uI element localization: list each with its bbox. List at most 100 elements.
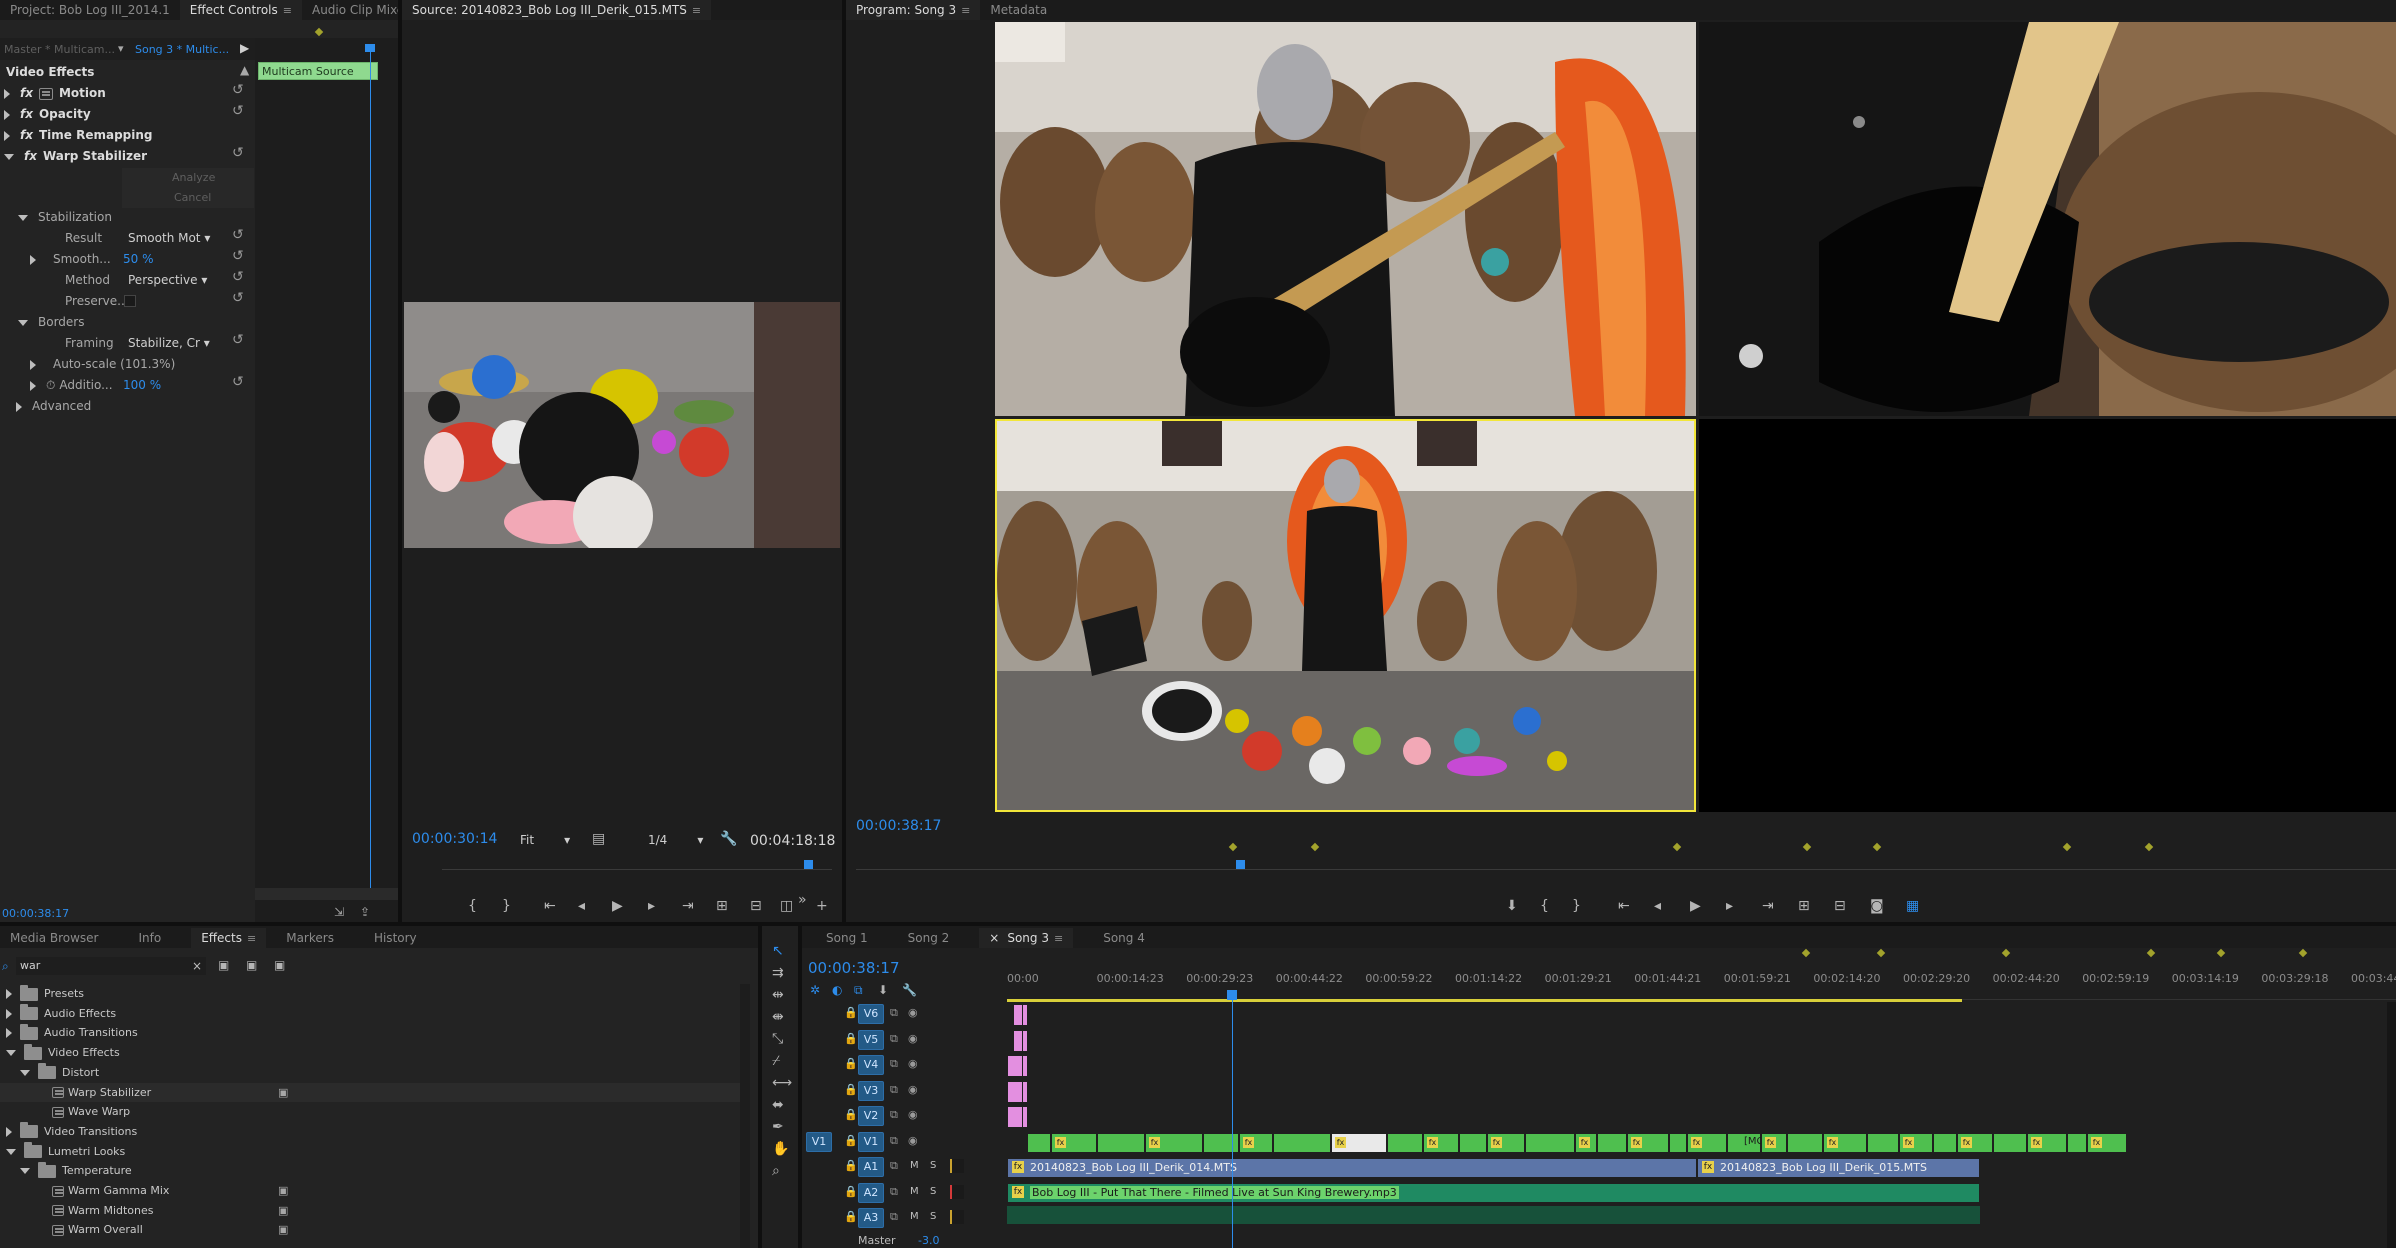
collapse-arrow-icon[interactable] bbox=[6, 1050, 16, 1057]
close-tab-icon[interactable]: × bbox=[989, 931, 999, 945]
warp-stabilizer-reset-icon[interactable]: ↺ bbox=[232, 145, 244, 161]
effects-tree-item[interactable]: Audio Transitions bbox=[0, 1023, 740, 1042]
multicam-v1-clip[interactable]: fx bbox=[1957, 1133, 1993, 1153]
separator[interactable] bbox=[0, 922, 2396, 926]
camera-icon[interactable]: ◙ bbox=[1870, 899, 1884, 913]
multicam-v1-clip[interactable]: fx bbox=[1761, 1133, 1787, 1153]
program-marker[interactable] bbox=[1310, 842, 1320, 852]
motion-effect-row[interactable]: fx Motion bbox=[4, 86, 106, 100]
stabilization-group[interactable]: Stabilization bbox=[18, 210, 112, 224]
timeline-playhead-handle[interactable] bbox=[1227, 990, 1237, 1000]
sync-lock-icon[interactable]: ⧉ bbox=[890, 1032, 898, 1046]
additional-scale-value[interactable]: 100 % bbox=[123, 378, 161, 392]
multicam-toggle-icon[interactable]: ▦ bbox=[1906, 899, 1919, 913]
voiceover-record-icon[interactable] bbox=[950, 1184, 964, 1199]
extract-icon[interactable]: ⊟ bbox=[1834, 899, 1846, 913]
lock-icon[interactable]: 🔒 bbox=[844, 1006, 858, 1019]
source-zoom-dropdown[interactable]: Fit ▾ bbox=[520, 833, 570, 847]
opacity-reset-icon[interactable]: ↺ bbox=[232, 103, 244, 119]
ripple-edit-tool-icon[interactable]: ⇹ bbox=[772, 988, 784, 1002]
separator[interactable] bbox=[842, 0, 846, 922]
razor-tool-icon[interactable]: ⌿ bbox=[772, 1054, 780, 1068]
framing-reset-icon[interactable]: ↺ bbox=[232, 332, 244, 348]
timeline-vertical-scrollbar[interactable] bbox=[2387, 1002, 2396, 1248]
mark-in-icon[interactable]: { bbox=[1540, 899, 1549, 913]
multicam-v1-clip[interactable] bbox=[1867, 1133, 1899, 1153]
program-marker[interactable] bbox=[1228, 842, 1238, 852]
additional-scale-row[interactable]: ⏱ Additio... bbox=[30, 378, 113, 393]
panel-menu-icon[interactable]: ≡ bbox=[247, 932, 256, 945]
safe-margins-icon[interactable]: ▤ bbox=[592, 832, 605, 846]
effects-tree-item[interactable]: Distort bbox=[0, 1063, 740, 1082]
lock-icon[interactable]: 🔒 bbox=[844, 1108, 858, 1121]
effects-search-input[interactable]: war bbox=[16, 957, 206, 975]
timeline-marker[interactable] bbox=[1801, 948, 1811, 958]
voiceover-record-icon[interactable] bbox=[950, 1159, 964, 1173]
effects-scrollbar[interactable] bbox=[740, 984, 750, 1248]
source-timecode[interactable]: 00:00:30:14 bbox=[412, 831, 497, 847]
source-video-frame[interactable] bbox=[404, 302, 840, 548]
expand-arrow-icon[interactable] bbox=[6, 1008, 12, 1019]
sync-lock-icon[interactable]: ⧉ bbox=[890, 1134, 898, 1148]
tab-info[interactable]: Info bbox=[128, 928, 171, 948]
multicam-v1-clip[interactable]: fx bbox=[1687, 1133, 1727, 1153]
go-to-out-icon[interactable]: ⇥ bbox=[1762, 899, 1774, 913]
multicam-v1-clip[interactable]: fx bbox=[1627, 1133, 1669, 1153]
additional-reset-icon[interactable]: ↺ bbox=[232, 374, 244, 390]
tab-program[interactable]: Program: Song 3 ≡ bbox=[846, 0, 981, 20]
expand-arrow-icon[interactable] bbox=[6, 1028, 12, 1039]
sync-lock-icon[interactable]: ⧉ bbox=[890, 1057, 898, 1071]
tab-audio-clip-mixer[interactable]: Audio Clip Mixer: S bbox=[302, 0, 398, 20]
effects-tree-item[interactable]: Audio Effects bbox=[0, 1004, 740, 1023]
track-target-toggle[interactable]: A3 bbox=[858, 1208, 884, 1228]
multicam-v1-clip[interactable]: fx bbox=[1575, 1133, 1597, 1153]
zoom-tool-icon[interactable]: ⌕ bbox=[772, 1164, 780, 1178]
filter-icon[interactable]: ⇲ bbox=[334, 905, 344, 919]
effects-tree-item[interactable]: Warm Midtones ▣ bbox=[0, 1201, 740, 1220]
lock-icon[interactable]: 🔒 bbox=[844, 1159, 858, 1172]
expand-arrow-icon[interactable] bbox=[6, 989, 12, 999]
expand-arrow-icon[interactable] bbox=[4, 109, 10, 120]
program-timecode[interactable]: 00:00:38:17 bbox=[856, 818, 941, 834]
result-dropdown[interactable]: Smooth Mot ▾ bbox=[128, 231, 210, 245]
program-marker[interactable] bbox=[1802, 842, 1812, 852]
track-target-toggle[interactable]: V5 bbox=[858, 1029, 884, 1050]
32bit-effects-icon[interactable]: ▣ bbox=[246, 958, 257, 972]
rate-stretch-tool-icon[interactable]: ⤡ bbox=[772, 1032, 783, 1046]
play-icon[interactable]: ▶ bbox=[612, 899, 623, 913]
analyze-button[interactable]: Analyze bbox=[172, 171, 215, 184]
tab-song-2[interactable]: Song 2 bbox=[898, 928, 960, 948]
expand-arrow-icon[interactable] bbox=[6, 1126, 12, 1137]
multicam-angle-clip[interactable] bbox=[1022, 1029, 1028, 1052]
audio-clip-a1-second[interactable]: fx 20140823_Bob Log III_Derik_015.MTS bbox=[1697, 1158, 1980, 1178]
source-patch-toggle[interactable]: V1 bbox=[806, 1131, 832, 1152]
mute-button[interactable]: M bbox=[910, 1211, 919, 1222]
source-time-ruler[interactable] bbox=[442, 862, 832, 870]
panel-menu-icon[interactable]: ≡ bbox=[1054, 932, 1063, 945]
sync-lock-icon[interactable]: ⧉ bbox=[890, 1006, 898, 1020]
multicam-v1-clip[interactable] bbox=[1525, 1133, 1575, 1153]
timeline-marker[interactable] bbox=[2298, 948, 2308, 958]
go-to-out-icon[interactable]: ⇥ bbox=[682, 899, 694, 913]
multicam-angle-3-selected[interactable] bbox=[995, 419, 1696, 812]
multicam-v1-clip[interactable]: fx bbox=[1051, 1133, 1097, 1153]
opacity-effect-row[interactable]: fx Opacity bbox=[4, 107, 91, 121]
multicam-angle-clip[interactable] bbox=[1022, 1106, 1028, 1128]
wrench-icon[interactable]: 🔧 bbox=[720, 832, 737, 846]
panel-menu-icon[interactable]: ≡ bbox=[283, 4, 292, 17]
effects-tree-item[interactable]: Temperature bbox=[0, 1161, 740, 1180]
solo-button[interactable]: S bbox=[930, 1186, 936, 1197]
collapse-up-icon[interactable]: ▲ bbox=[240, 63, 249, 77]
track-target-toggle[interactable]: V2 bbox=[858, 1106, 884, 1126]
multicam-v1-clip[interactable] bbox=[1387, 1133, 1423, 1153]
audio-clip-a1-first[interactable]: fx 20140823_Bob Log III_Derik_014.MTS bbox=[1007, 1158, 1697, 1178]
master-volume-value[interactable]: -3.0 bbox=[918, 1234, 939, 1247]
timeline-marker[interactable] bbox=[2146, 948, 2156, 958]
playhead-handle[interactable] bbox=[365, 44, 375, 52]
yuv-effects-icon[interactable]: ▣ bbox=[274, 958, 285, 972]
track-target-toggle[interactable]: A2 bbox=[858, 1182, 884, 1203]
timeline-timecode[interactable]: 00:00:38:17 bbox=[808, 959, 900, 977]
more-controls-icon[interactable]: » bbox=[798, 893, 807, 907]
multicam-v1-clip[interactable] bbox=[2067, 1133, 2087, 1153]
sync-lock-icon[interactable]: ⧉ bbox=[890, 1108, 898, 1122]
